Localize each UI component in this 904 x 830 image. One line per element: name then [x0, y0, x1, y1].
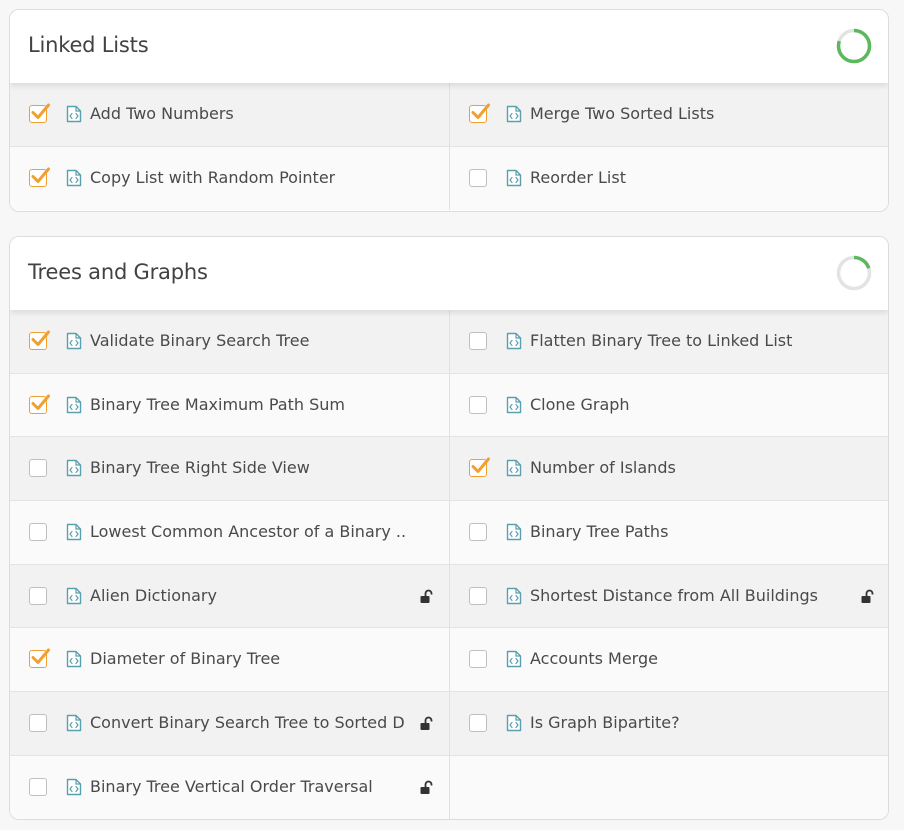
- question-item[interactable]: Reorder List: [450, 146, 888, 211]
- code-file-icon: [66, 396, 82, 414]
- checked-checkbox[interactable]: [29, 648, 50, 669]
- question-title[interactable]: Merge Two Sorted Lists: [530, 104, 714, 123]
- question-title[interactable]: Clone Graph: [530, 395, 630, 414]
- checkbox[interactable]: [29, 523, 47, 542]
- question-item[interactable]: Binary Tree Maximum Path Sum: [10, 373, 450, 438]
- code-file-icon: [66, 105, 82, 123]
- question-item[interactable]: Alien Dictionary: [10, 564, 450, 629]
- code-file-icon: [506, 332, 522, 350]
- question-item[interactable]: Convert Binary Search Tree to Sorted D..…: [10, 692, 450, 756]
- question-item[interactable]: Shortest Distance from All Buildings: [450, 564, 888, 629]
- question-title[interactable]: Shortest Distance from All Buildings: [530, 586, 818, 605]
- checked-checkbox[interactable]: [29, 167, 50, 187]
- question-title[interactable]: Binary Tree Paths: [530, 522, 668, 541]
- question-item[interactable]: Binary Tree Right Side View: [10, 437, 450, 502]
- question-title[interactable]: Binary Tree Maximum Path Sum: [90, 395, 345, 414]
- code-file-icon: [66, 169, 82, 187]
- checkbox[interactable]: [469, 650, 487, 669]
- question-title[interactable]: Reorder List: [530, 168, 626, 187]
- question-grid: Validate Binary Search Tree Flatten Binar…: [10, 310, 888, 819]
- progress-ring-icon: [836, 255, 872, 291]
- code-file-icon: [506, 650, 522, 668]
- unlocked-padlock-icon: [860, 589, 876, 605]
- code-file-icon: [66, 778, 82, 796]
- section-header[interactable]: Linked Lists: [10, 10, 888, 83]
- code-file-icon: [506, 523, 522, 541]
- code-file-icon: [506, 105, 522, 123]
- code-file-icon: [66, 332, 82, 350]
- unlocked-padlock-icon: [419, 716, 435, 732]
- question-title[interactable]: Alien Dictionary: [90, 586, 217, 605]
- checked-checkbox[interactable]: [29, 394, 50, 414]
- question-title[interactable]: Lowest Common Ancestor of a Binary ...: [90, 522, 405, 541]
- checkbox[interactable]: [29, 714, 47, 733]
- question-item[interactable]: Clone Graph: [450, 373, 888, 438]
- code-file-icon: [506, 714, 522, 732]
- code-file-icon: [66, 587, 82, 605]
- question-item[interactable]: Number of Islands: [450, 437, 888, 502]
- question-title[interactable]: Copy List with Random Pointer: [90, 168, 335, 187]
- section-title: Trees and Graphs: [28, 260, 208, 284]
- question-title[interactable]: Convert Binary Search Tree to Sorted D..…: [90, 713, 405, 732]
- question-item[interactable]: Copy List with Random Pointer: [10, 146, 450, 211]
- unlocked-padlock-icon: [419, 589, 435, 605]
- code-file-icon: [506, 396, 522, 414]
- question-item[interactable]: Lowest Common Ancestor of a Binary ...: [10, 501, 450, 565]
- code-file-icon: [506, 459, 522, 477]
- unlocked-padlock-icon: [419, 780, 435, 796]
- question-title[interactable]: Accounts Merge: [530, 649, 658, 668]
- section-title: Linked Lists: [28, 33, 149, 57]
- question-item[interactable]: Binary Tree Paths: [450, 501, 888, 565]
- question-item[interactable]: Add Two Numbers: [10, 83, 450, 147]
- question-grid: Add Two Numbers Merge Two Sorted Lists Cop…: [10, 83, 888, 211]
- section-header[interactable]: Trees and Graphs: [10, 237, 888, 310]
- code-file-icon: [66, 714, 82, 732]
- checkbox[interactable]: [469, 523, 487, 542]
- question-item[interactable]: Accounts Merge: [450, 628, 888, 693]
- checkbox[interactable]: [469, 395, 487, 414]
- question-item[interactable]: Binary Tree Vertical Order Traversal: [10, 755, 450, 819]
- question-title[interactable]: Binary Tree Vertical Order Traversal: [90, 777, 373, 796]
- code-file-icon: [506, 587, 522, 605]
- question-title[interactable]: Validate Binary Search Tree: [90, 331, 309, 350]
- section-card-linked-lists: Linked Lists Add Two Numbers Merge Two So…: [9, 9, 889, 212]
- progress-ring-icon: [836, 28, 872, 64]
- checked-checkbox[interactable]: [29, 103, 50, 123]
- checked-checkbox[interactable]: [29, 330, 50, 350]
- question-item[interactable]: Validate Binary Search Tree: [10, 310, 450, 374]
- question-title[interactable]: Is Graph Bipartite?: [530, 713, 680, 732]
- question-item[interactable]: Is Graph Bipartite?: [450, 692, 888, 756]
- question-item[interactable]: Flatten Binary Tree to Linked List: [450, 310, 888, 374]
- checked-checkbox[interactable]: [469, 103, 490, 123]
- checkbox[interactable]: [29, 586, 47, 605]
- code-file-icon: [66, 650, 82, 668]
- code-file-icon: [506, 169, 522, 187]
- checkbox[interactable]: [29, 777, 47, 796]
- question-item[interactable]: Merge Two Sorted Lists: [450, 83, 888, 147]
- code-file-icon: [66, 523, 82, 541]
- question-item[interactable]: Diameter of Binary Tree: [10, 628, 450, 693]
- question-title[interactable]: Diameter of Binary Tree: [90, 649, 280, 668]
- checkbox[interactable]: [469, 586, 487, 605]
- checkbox[interactable]: [469, 332, 487, 350]
- checkbox[interactable]: [469, 714, 487, 733]
- section-card-trees-and-graphs: Trees and Graphs Validate Binary Search …: [9, 236, 889, 820]
- question-title[interactable]: Flatten Binary Tree to Linked List: [530, 331, 792, 350]
- checkbox[interactable]: [469, 168, 487, 187]
- checkbox[interactable]: [29, 459, 47, 478]
- question-title[interactable]: Number of Islands: [530, 458, 676, 477]
- question-title[interactable]: Add Two Numbers: [90, 104, 234, 123]
- code-file-icon: [66, 459, 82, 477]
- question-title[interactable]: Binary Tree Right Side View: [90, 458, 310, 477]
- checked-checkbox[interactable]: [469, 457, 490, 478]
- empty-cell: [450, 755, 888, 819]
